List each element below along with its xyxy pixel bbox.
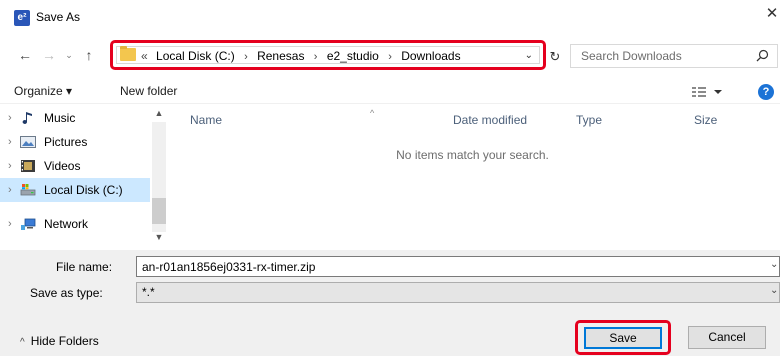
chevron-up-icon: ^ [20,337,25,348]
search-icon[interactable] [756,49,769,62]
scroll-up-icon[interactable]: ▲ [152,108,166,120]
breadcrumb: « Local Disk (C:) › Renesas › e2_studio … [141,48,461,64]
file-name-label: File name: [56,260,113,274]
tree-item-local-disk[interactable]: › Local Disk (C:) [0,178,150,202]
forward-button[interactable]: → [40,38,58,72]
view-options-icon[interactable] [690,84,724,100]
save-as-type-select[interactable]: *.* [136,282,780,303]
refresh-button[interactable]: ↻ [546,48,564,66]
recent-locations-button[interactable]: ⌄ [62,38,76,72]
save-as-type-dropdown-icon[interactable]: ⌄ [770,285,778,296]
save-as-type-label: Save as type: [30,286,103,300]
search-input[interactable] [581,45,751,67]
tree-item-label: Network [44,217,89,231]
tree-item-pictures[interactable]: › Pictures [0,130,150,154]
tree-item-music[interactable]: › Music [0,106,150,130]
breadcrumb-separator[interactable]: › [388,49,392,65]
column-header-type[interactable]: Type [576,110,602,130]
folder-icon [120,46,136,61]
navigation-pane: › Music › Pictures › Videos › Local Disk… [0,106,168,248]
title-bar: e² Save As ✕ [0,0,780,34]
dialog-footer: File name: ⌄ Save as type: *.* ⌄ ^ Hide F… [0,250,780,356]
back-button[interactable]: ← [16,38,34,72]
save-as-dialog: e² Save As ✕ ← → ⌄ ↑ « Local Disk (C:) ›… [0,0,780,356]
command-toolbar: Organize ▾ New folder ? [0,78,780,104]
scroll-down-icon[interactable]: ▼ [152,232,166,244]
breadcrumb-item-local-disk[interactable]: Local Disk (C:) [156,48,235,64]
navigation-bar: ← → ⌄ ↑ « Local Disk (C:) › Renesas › e2… [0,38,780,72]
new-folder-button[interactable]: New folder [120,82,177,100]
expand-arrow-icon[interactable]: › [8,106,18,130]
window-title: Save As [36,10,81,24]
address-bar[interactable]: « Local Disk (C:) › Renesas › e2_studio … [116,46,540,64]
cancel-button[interactable]: Cancel [688,326,766,349]
expand-arrow-icon[interactable]: › [8,130,18,154]
expand-arrow-icon[interactable]: › [8,212,18,236]
tree-item-label: Pictures [44,135,88,149]
tree-item-network[interactable]: › Network [0,212,150,236]
save-button[interactable]: Save [584,327,662,349]
sort-indicator-icon: ^ [370,108,375,118]
expand-arrow-icon[interactable]: › [8,178,18,202]
breadcrumb-item-downloads[interactable]: Downloads [401,48,460,64]
address-highlight: « Local Disk (C:) › Renesas › e2_studio … [110,40,546,70]
hide-folders-label: Hide Folders [30,334,99,348]
breadcrumb-separator[interactable]: › [314,49,318,65]
pictures-icon [20,136,36,148]
close-button[interactable]: ✕ [764,4,780,24]
file-list[interactable]: Name ^ Date modified Type Size No items … [170,106,780,248]
file-name-dropdown-icon[interactable]: ⌄ [770,259,778,270]
breadcrumb-separator[interactable]: › [244,49,248,65]
organize-button[interactable]: Organize ▾ [14,82,72,100]
address-dropdown-button[interactable]: ⌄ [525,48,533,64]
help-button[interactable]: ? [758,84,774,100]
breadcrumb-item-e2-studio[interactable]: e2_studio [327,48,379,64]
search-box [570,44,778,68]
tree-item-videos[interactable]: › Videos [0,154,150,178]
tree-item-label: Videos [44,159,81,173]
scrollbar-thumb[interactable] [152,198,166,224]
save-highlight: Save [575,320,671,355]
tree-item-label: Local Disk (C:) [44,183,123,197]
network-icon [21,218,36,230]
column-header-size[interactable]: Size [694,110,717,130]
empty-list-message: No items match your search. [396,148,549,162]
hide-folders-button[interactable]: ^ Hide Folders [20,334,99,348]
music-icon [22,112,32,124]
expand-arrow-icon[interactable]: › [8,154,18,178]
up-button[interactable]: ↑ [80,38,98,72]
app-icon: e² [14,10,30,26]
drive-icon [20,184,36,196]
tree-item-label: Music [44,111,76,125]
column-header-date-modified[interactable]: Date modified [453,110,527,130]
file-name-input[interactable] [136,256,780,277]
videos-icon [21,160,35,172]
breadcrumb-item-renesas[interactable]: Renesas [257,48,304,64]
breadcrumb-overflow[interactable]: « [141,48,148,64]
column-header-name[interactable]: Name [190,110,222,130]
